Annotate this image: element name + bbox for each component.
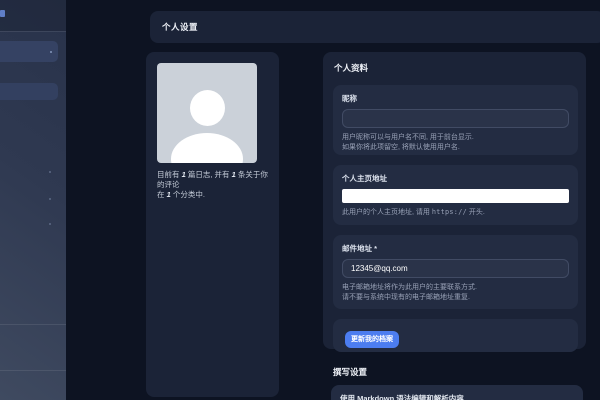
logo-icon xyxy=(0,10,5,17)
email-label: 邮件地址 * xyxy=(342,244,378,253)
sidebar xyxy=(0,0,66,400)
nickname-input[interactable] xyxy=(342,109,569,128)
nickname-group: 昵称 用户昵称可以与用户名不同, 用于前台显示. 如果你将此项留空, 将默认使用… xyxy=(333,85,578,155)
sidebar-bullet-icon xyxy=(49,171,51,173)
sidebar-bullet-icon xyxy=(49,223,51,225)
homepage-group: 个人主页地址 此用户的个人主页地址, 请用 https:// 开头. xyxy=(333,165,578,225)
homepage-help: 此用户的个人主页地址, 请用 https:// 开头. xyxy=(342,208,485,216)
sidebar-item[interactable] xyxy=(0,83,58,100)
sidebar-bullet-icon xyxy=(49,198,51,200)
markdown-option-label: 使用 Markdown 语法编辑和解析内容 xyxy=(340,394,464,400)
profile-stats-text: 目前有 1 篇日志, 并有 1 条关于你的评论在 1 个分类中. xyxy=(157,170,268,199)
https-code: https:// xyxy=(431,208,467,216)
email-help: 电子邮箱地址将作为此用户的主要联系方式. 请不要与系统中现有的电子邮箱地址重复. xyxy=(342,284,477,301)
sidebar-header xyxy=(0,0,66,31)
email-input[interactable] xyxy=(342,259,569,278)
avatar-person-icon xyxy=(190,90,225,126)
sidebar-divider xyxy=(0,324,66,325)
profile-form-card: 个人资料 昵称 用户昵称可以与用户名不同, 用于前台显示. 如果你将此项留空, … xyxy=(323,52,586,352)
email-group: 邮件地址 * 电子邮箱地址将作为此用户的主要联系方式. 请不要与系统中现有的电子… xyxy=(333,235,578,309)
profile-summary-card: 目前有 1 篇日志, 并有 1 条关于你的评论在 1 个分类中. xyxy=(146,52,279,397)
update-profile-button[interactable]: 更新我的档案 xyxy=(345,330,399,348)
sidebar-divider xyxy=(0,370,66,371)
avatar xyxy=(157,63,257,163)
page-header: 个人设置 xyxy=(150,11,600,43)
sidebar-bullet-icon xyxy=(50,51,52,53)
writing-settings-card: 使用 Markdown 语法编辑和解析内容 xyxy=(331,385,583,400)
sidebar-divider xyxy=(0,31,66,32)
writing-section-heading: 撰写设置 xyxy=(333,367,368,377)
submit-group: 更新我的档案 xyxy=(333,319,578,352)
page-title: 个人设置 xyxy=(162,22,199,32)
nickname-help: 用户昵称可以与用户名不同, 用于前台显示. 如果你将此项留空, 将默认使用用户名… xyxy=(342,134,474,151)
homepage-label: 个人主页地址 xyxy=(342,174,387,183)
avatar-person-icon xyxy=(171,133,243,163)
homepage-input[interactable] xyxy=(342,189,569,203)
profile-section-heading: 个人资料 xyxy=(334,63,369,73)
nickname-label: 昵称 xyxy=(342,94,357,103)
personal-settings-page: 个人设置 目前有 1 篇日志, 并有 1 条关于你的评论在 1 个分类中. 个人… xyxy=(0,0,600,400)
